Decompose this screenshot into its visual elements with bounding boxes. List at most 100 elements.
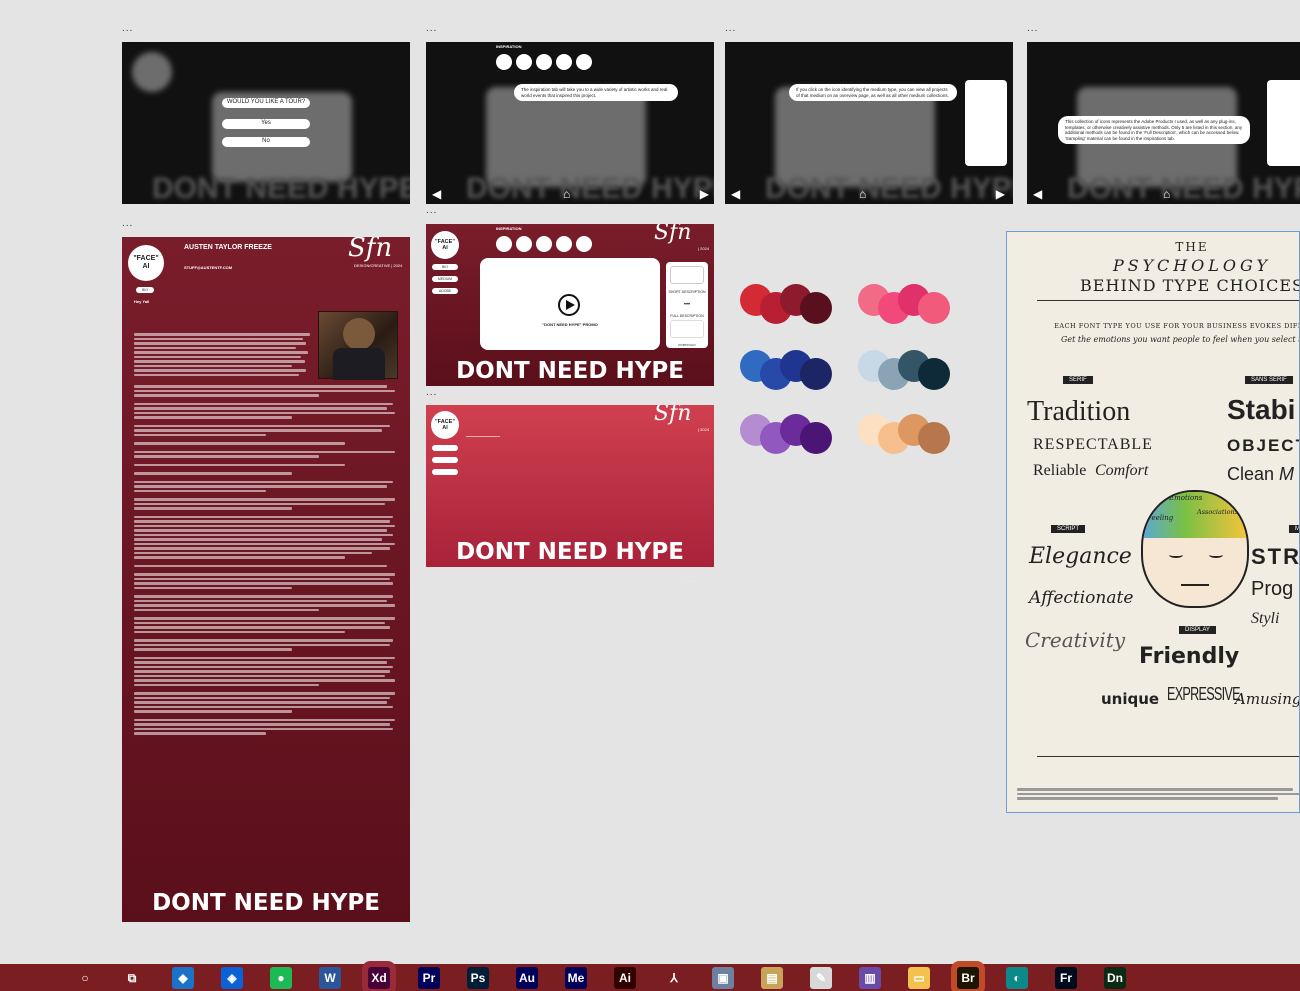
tour-bubble: The inspiration tab will take you to a w… (514, 84, 678, 101)
nav-button-3[interactable] (432, 469, 458, 475)
inspiration-circles[interactable] (496, 236, 592, 252)
face-ai-logo[interactable]: "FACE" AI (431, 231, 459, 259)
bridge-icon[interactable]: Br (957, 967, 979, 989)
home-icon[interactable]: ⌂ (563, 187, 570, 201)
color-palette-2 (858, 284, 950, 324)
tour-yes-button[interactable]: Yes (222, 119, 310, 129)
author-photo (318, 311, 398, 380)
photoshop-icon[interactable]: Ps (467, 967, 489, 989)
artboard-menu-icon[interactable]: ... (122, 219, 133, 229)
task-view-icon[interactable]: ⧉ (121, 967, 143, 989)
tour-no-button[interactable]: No (222, 137, 310, 147)
spotify-icon[interactable]: ● (270, 967, 292, 989)
nav-button-2[interactable] (432, 457, 458, 463)
tour-question-label: WOULD YOU LIKE A TOUR? (222, 98, 310, 108)
blurred-footer-text: DONT NEED HYPE (152, 172, 410, 204)
artboard-template[interactable]: "FACE" AI Sfn | 2024 DONT NEED HYPE (426, 405, 714, 567)
prev-arrow-icon[interactable]: ◀ (731, 187, 740, 201)
media-encoder-icon[interactable]: Me (565, 967, 587, 989)
play-icon[interactable] (558, 294, 580, 316)
serif-word-tradition: Tradition (1027, 396, 1131, 427)
footer-title: DONT NEED HYPE (456, 358, 684, 384)
artboard-tour-step-1[interactable]: INSPIRATION DONT NEED HYPE The inspirati… (426, 42, 714, 204)
color-swatch (918, 422, 950, 454)
artboard-tour-question[interactable]: DONT NEED HYPE WOULD YOU LIKE A TOUR? Ye… (122, 42, 410, 204)
short-description-label[interactable]: SHORT DESCRIPTION (668, 290, 706, 294)
sans-word-objective: OBJECT (1227, 436, 1300, 455)
paint-icon[interactable]: ✎ (810, 967, 832, 989)
search-icon[interactable]: ○ (74, 967, 96, 989)
artboard-tour-step-2[interactable]: DONT NEED HYPE If you click on the icon … (725, 42, 1013, 204)
dimension-icon[interactable]: Dn (1104, 967, 1126, 989)
video-player[interactable]: "DONT NEED HYPE" PROMO (480, 258, 660, 350)
poster-bottom-rule (1037, 756, 1299, 757)
acrobat-icon[interactable]: ⅄ (663, 967, 685, 989)
color-swatch (800, 292, 832, 324)
poster-title-line-1: PSYCHOLOGY (1112, 256, 1272, 275)
small-marker: ... (686, 578, 695, 584)
display-word-friendly: Friendly (1139, 644, 1240, 669)
xd-icon[interactable]: Xd (368, 967, 390, 989)
author-email[interactable]: STUFF@AUSTENTF.COM (184, 265, 232, 270)
fresco-icon[interactable]: Fr (1055, 967, 1077, 989)
home-icon[interactable]: ⌂ (859, 187, 866, 201)
modern-word-progressive: Prog (1251, 578, 1294, 600)
prev-arrow-icon[interactable]: ◀ (1033, 187, 1042, 201)
poster-subtitle-2: Get the emotions you want people to feel… (1061, 335, 1299, 344)
bio-button[interactable]: BIO (136, 287, 154, 293)
medium-button[interactable]: MEDIUM (432, 276, 458, 282)
type-psychology-poster[interactable]: THE PSYCHOLOGY BEHIND TYPE CHOICES EACH … (1006, 231, 1300, 813)
audition-icon[interactable]: Au (516, 967, 538, 989)
next-arrow-icon[interactable]: ▶ (996, 187, 1005, 201)
artboard-project[interactable]: "FACE" AI BIO MEDIUM ADOBE INSPIRATION S… (426, 224, 714, 386)
more-dots-icon[interactable]: ••• (666, 302, 708, 308)
files-icon[interactable]: ▤ (761, 967, 783, 989)
artboard-menu-icon[interactable]: ... (426, 388, 437, 398)
artboard-menu-icon[interactable]: ... (1027, 24, 1038, 34)
winrar-icon[interactable]: ▥ (859, 967, 881, 989)
color-palette-1 (740, 284, 832, 324)
color-palette-3 (740, 350, 832, 390)
description-panel[interactable]: SHORT DESCRIPTION ••• FULL DESCRIPTION P… (666, 262, 708, 348)
explorer-icon[interactable]: ▭ (908, 967, 930, 989)
adobe-side-panel[interactable] (1267, 80, 1300, 166)
inspiration-circles[interactable] (496, 54, 592, 70)
next-arrow-icon[interactable]: ▶ (700, 187, 709, 201)
signature-subtitle: DESIGN/CREATIVE | 2024 (354, 263, 403, 268)
artboard-menu-icon[interactable]: ... (725, 24, 736, 34)
prev-arrow-icon[interactable]: ◀ (432, 187, 441, 201)
inspiration-label: INSPIRATION (496, 226, 522, 231)
artboard-tour-step-3[interactable]: DONT NEED HYPE This collection of icons … (1027, 42, 1300, 204)
face-ai-logo[interactable]: "FACE" AI (431, 411, 459, 439)
word-icon[interactable]: W (319, 967, 341, 989)
display-label: DISPLAY (1179, 626, 1216, 634)
premiere-icon[interactable]: Pr (418, 967, 440, 989)
full-description-label[interactable]: FULL DESCRIPTION (668, 314, 706, 318)
start-area[interactable] (0, 964, 60, 991)
artboard-menu-icon[interactable]: ... (122, 24, 133, 34)
dropbox-icon[interactable]: ◈ (221, 967, 243, 989)
sans-word-clean: Clean (1227, 464, 1275, 484)
signature-subtitle: | 2024 (698, 427, 710, 432)
color-palette-5 (740, 414, 832, 454)
medium-side-panel[interactable] (965, 80, 1007, 166)
edge-legacy-icon[interactable]: ◆ (172, 967, 194, 989)
medium-icon-box[interactable] (670, 266, 704, 284)
logo-line-2: AI (442, 425, 448, 431)
illustrator-icon[interactable]: Ai (614, 967, 636, 989)
nav-button-1[interactable] (432, 445, 458, 451)
photo-shirt (333, 348, 385, 380)
face-ai-logo[interactable]: "FACE" AI (128, 245, 164, 281)
bio-button[interactable]: BIO (432, 264, 458, 270)
artboard-menu-icon[interactable]: ... (426, 24, 437, 34)
photos-icon[interactable]: ▣ (712, 967, 734, 989)
icon-collection[interactable] (670, 320, 704, 338)
artboard-menu-icon[interactable]: ... (426, 206, 437, 216)
home-icon[interactable]: ⌂ (1163, 187, 1170, 201)
adobe-button[interactable]: ADOBE (432, 288, 458, 294)
artboard-about[interactable]: "FACE" AI BIO AUSTEN TAYLOR FREEZE STUFF… (122, 237, 410, 922)
color-palette-4 (858, 350, 950, 390)
face-illustration: Emotions Feeling Associations (1141, 490, 1249, 608)
color-swatch (918, 358, 950, 390)
edge-icon[interactable]: ◐ (1006, 967, 1028, 989)
